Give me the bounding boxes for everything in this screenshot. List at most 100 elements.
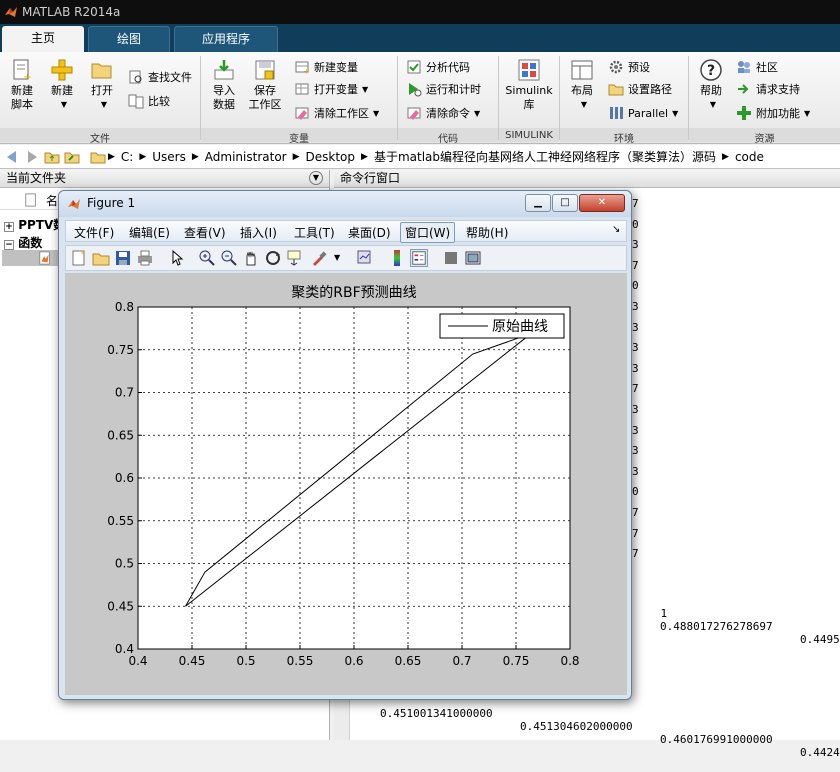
browse-folder-icon[interactable] <box>64 149 80 165</box>
up-folder-icon[interactable] <box>44 149 60 165</box>
column-name-header[interactable]: 名 <box>46 192 58 209</box>
open-file-icon[interactable] <box>92 249 110 267</box>
run-and-time-label: 运行和计时 <box>426 83 481 96</box>
import-data-icon <box>214 60 234 80</box>
zoom-out-icon[interactable] <box>220 249 238 267</box>
add-ons-button[interactable]: 附加功能 ▼ <box>736 104 810 122</box>
x-tick-label: 0.65 <box>395 654 422 668</box>
help-button[interactable]: ? 帮助 ▼ <box>694 58 728 112</box>
show-plot-tools-icon[interactable] <box>464 249 482 267</box>
open-label: 打开 <box>91 84 113 97</box>
breadcrumb-item[interactable]: 基于matlab编程径向基网络人工神经网络程序（聚类算法）源码 <box>374 148 716 165</box>
request-support-icon <box>738 84 749 94</box>
output-digit: 3 <box>632 464 639 478</box>
forward-icon[interactable] <box>24 149 40 165</box>
compare-button[interactable]: 比较 <box>128 92 170 110</box>
new-script-button[interactable]: + 新建 脚本 <box>4 58 40 112</box>
figure-titlebar[interactable]: Figure 1 ▁ □ ✕ <box>59 191 631 217</box>
save-workspace-button[interactable]: 保存 工作区 <box>246 58 284 112</box>
group-simulink-label: SIMULINK <box>505 130 553 141</box>
breadcrumb-item[interactable]: Desktop <box>306 150 356 164</box>
simulink-library-button[interactable]: Simulink 库 <box>502 58 556 112</box>
breadcrumb-item[interactable]: Users <box>152 150 186 164</box>
panel-menu-icon[interactable]: ▼ <box>309 171 323 185</box>
y-tick-label: 0.5 <box>115 557 134 571</box>
pointer-icon[interactable] <box>168 249 186 267</box>
output-digit: 7 <box>632 197 639 210</box>
menu-window[interactable]: 窗口(W) <box>400 222 456 243</box>
new-variable-button[interactable]: + 新建变量 <box>294 58 358 76</box>
breadcrumb-item[interactable]: code <box>735 150 764 164</box>
preferences-button[interactable]: 预设 <box>608 58 650 76</box>
save-icon[interactable] <box>114 249 132 267</box>
clear-commands-button[interactable]: 清除命令 ▼ <box>406 104 480 122</box>
tab-home[interactable]: 主页 <box>2 26 84 52</box>
group-resources-label: 资源 <box>754 134 775 145</box>
find-files-button[interactable]: 查找文件 <box>128 68 192 86</box>
menu-desktop[interactable]: 桌面(D) <box>348 224 391 241</box>
maximize-button[interactable]: □ <box>552 194 578 212</box>
set-path-button[interactable]: 设置路径 <box>608 80 672 98</box>
hide-plot-tools-icon[interactable] <box>442 249 460 267</box>
new-figure-icon[interactable]: * <box>70 249 88 267</box>
menu-view[interactable]: 查看(V) <box>184 224 226 241</box>
y-tick-label: 0.65 <box>107 428 134 442</box>
collapse-icon[interactable]: − <box>4 240 14 250</box>
selected-file-row[interactable] <box>2 250 62 266</box>
chevron-down-icon: ▼ <box>362 84 369 94</box>
community-button[interactable]: 社区 <box>736 58 778 76</box>
chevron-down-icon[interactable]: ▼ <box>334 249 352 267</box>
legend-icon[interactable] <box>410 249 428 267</box>
tree-item[interactable]: + PPTV数 <box>4 216 65 232</box>
pan-hand-icon[interactable] <box>242 249 260 267</box>
import-data-button[interactable]: 导入 数据 <box>206 58 242 112</box>
brush-icon[interactable] <box>310 249 328 267</box>
zoom-in-icon[interactable] <box>198 249 216 267</box>
run-and-time-button[interactable]: 运行和计时 <box>406 80 481 98</box>
close-button[interactable]: ✕ <box>579 194 625 212</box>
menu-insert[interactable]: 插入(I) <box>240 224 277 241</box>
colorbar-icon[interactable] <box>388 249 406 267</box>
maximize-icon: □ <box>560 197 570 208</box>
layout-button[interactable]: 布局 ▼ <box>564 58 600 112</box>
link-plot-icon[interactable] <box>356 249 374 267</box>
menu-tools[interactable]: 工具(T) <box>294 224 335 241</box>
chevron-down-icon: ▼ <box>804 108 811 118</box>
preferences-label: 预设 <box>628 61 650 74</box>
chevron-down-icon: ▼ <box>373 108 380 118</box>
new-button[interactable]: 新建 ▼ <box>44 58 80 112</box>
menu-edit[interactable]: 编辑(E) <box>129 224 170 241</box>
menu-dock-icon[interactable]: ↘ <box>612 224 620 235</box>
rotate-3d-icon[interactable] <box>264 249 282 267</box>
open-button[interactable]: 打开 ▼ <box>84 58 120 112</box>
chevron-down-icon: ▼ <box>709 100 717 109</box>
clear-workspace-button[interactable]: 清除工作区 ▼ <box>294 104 379 122</box>
layout-icon <box>571 60 593 80</box>
breadcrumb-item[interactable]: Administrator <box>205 150 287 164</box>
rbf-line-chart[interactable]: 0.4 0.45 0.5 0.55 0.6 0.65 0.7 0.75 0.8 0.4 0.45 0.… <box>65 273 627 695</box>
minimize-button[interactable]: ▁ <box>525 194 551 212</box>
parallel-button[interactable]: Parallel ▼ <box>608 104 678 122</box>
request-support-button[interactable]: 请求支持 <box>736 80 800 98</box>
breadcrumb-separator-icon: ▶ <box>292 151 300 162</box>
request-support-label: 请求支持 <box>756 83 800 96</box>
menu-file[interactable]: 文件(F) <box>74 224 114 241</box>
tree-item[interactable]: − 函数 <box>4 234 42 250</box>
print-icon[interactable] <box>136 249 154 267</box>
data-cursor-icon[interactable] <box>286 249 304 267</box>
tab-apps[interactable]: 应用程序 <box>174 26 278 52</box>
analyze-code-button[interactable]: 分析代码 <box>406 58 470 76</box>
menu-help[interactable]: 帮助(H) <box>466 224 508 241</box>
y-tick-label: 0.7 <box>115 386 134 400</box>
back-icon[interactable] <box>4 149 20 165</box>
matlab-logo-icon <box>5 7 17 17</box>
figure-canvas[interactable]: 0.4 0.45 0.5 0.55 0.6 0.65 0.7 0.75 0.8 0.4 0.45 0.… <box>65 273 627 695</box>
expand-icon[interactable]: + <box>4 222 14 232</box>
open-variable-icon <box>295 83 309 95</box>
tab-plots[interactable]: 绘图 <box>88 26 170 52</box>
open-variable-button[interactable]: 打开变量 ▼ <box>294 80 368 98</box>
figure-window: Figure 1 ▁ □ ✕ 文件(F) 编辑(E) 查看(V) 插入(I) 工… <box>58 190 632 700</box>
breadcrumb-item[interactable]: C: <box>121 150 133 164</box>
breadcrumb-separator-icon: ▶ <box>722 151 729 162</box>
x-tick-label: 0.75 <box>503 654 530 668</box>
